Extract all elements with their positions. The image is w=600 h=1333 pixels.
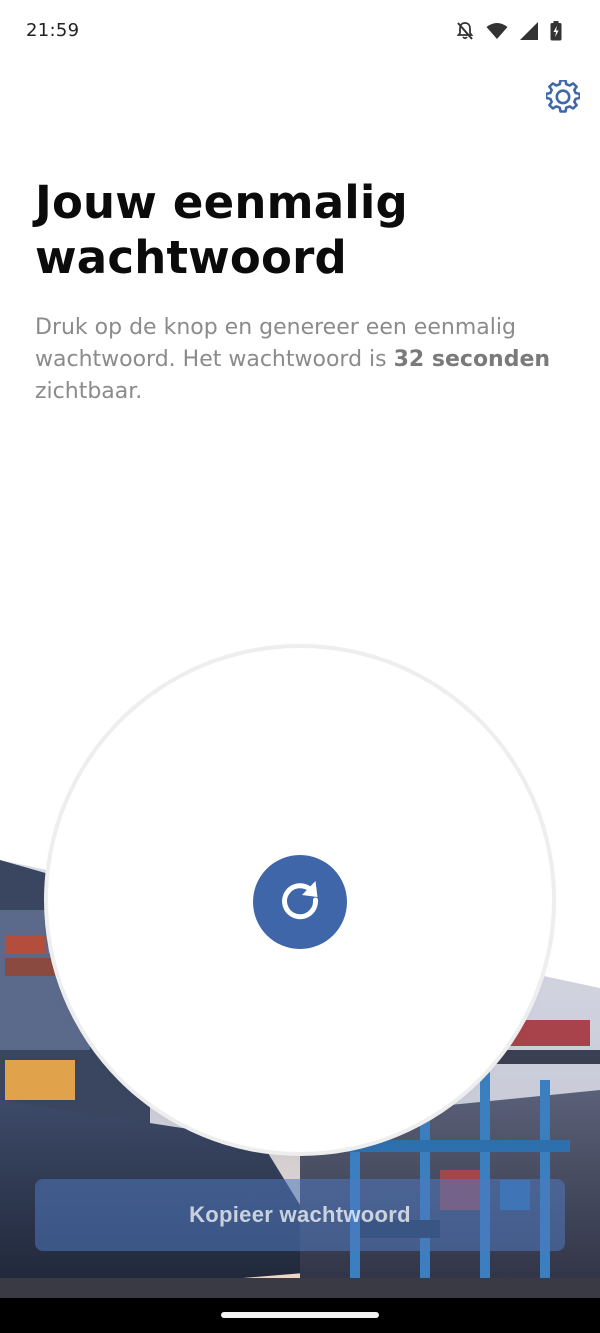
status-icons <box>456 21 562 45</box>
copy-password-label: Kopieer wachtwoord <box>189 1202 411 1227</box>
status-time: 21:59 <box>26 20 80 41</box>
settings-button[interactable] <box>544 79 582 118</box>
refresh-icon <box>275 875 325 929</box>
description-suffix: zichtbaar. <box>35 379 143 404</box>
notifications-muted-icon <box>456 21 474 45</box>
copy-password-button[interactable]: Kopieer wachtwoord <box>35 1179 565 1251</box>
status-bar: 21:59 <box>0 0 600 66</box>
generate-password-button[interactable] <box>253 855 347 949</box>
battery-icon <box>550 21 562 45</box>
page-title: Jouw eenmalig wachtwoord <box>35 176 408 284</box>
cell-signal-icon <box>520 22 538 44</box>
gear-icon <box>544 79 582 118</box>
home-indicator[interactable] <box>221 1312 379 1318</box>
navigation-bar <box>0 1298 600 1333</box>
seconds-emphasis: 32 seconden <box>393 347 551 372</box>
description: Druk op de knop en genereer een eenmalig… <box>35 312 565 408</box>
wifi-icon <box>486 22 508 44</box>
